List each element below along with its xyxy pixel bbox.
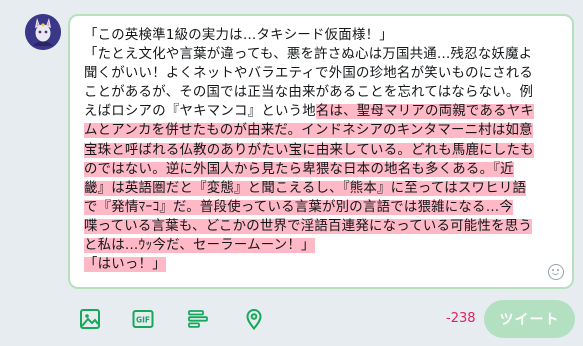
tweet-text-highlight: と私は…ｳｯ今だ、セーラームーン！」	[84, 238, 315, 254]
gif-label: GIF	[136, 316, 150, 325]
tweet-text-line: ことがあるが、その国では正当な由来があることを忘れてはならない。例	[84, 83, 560, 102]
tweet-button[interactable]: ツイート	[484, 300, 575, 338]
tweet-text-line: 「たとえ文化や言葉が違っても、悪を許さぬ心は万国共通…残忍な妖魔よ	[84, 45, 560, 64]
tweet-text-highlight: ムとアンカを併せたものが由来だ。インドネシアのキンタマーニ村は如意	[84, 123, 533, 139]
tweet-text-plain: ことがあるが、その国では正当な由来があることを忘れてはならない。例	[84, 85, 534, 101]
tweet-text-highlight: 「はいっ！」	[84, 257, 166, 273]
tweet-text-line: で『発情ﾏｰｺ』だ。普段使っている言葉が別の言語では猥雑になる…今	[84, 198, 560, 217]
add-image-button[interactable]	[78, 307, 102, 331]
character-counter: -238	[446, 311, 476, 326]
image-icon	[80, 309, 100, 329]
tweet-text-plain: 「この英検準1級の実力は…タキシード仮面様！」	[84, 28, 393, 43]
tweet-text-plain: えばロシアの『ヤキマンコ』という地	[84, 104, 316, 120]
tweet-text-highlight: 畿』は英語圏だと『変態』と聞こえるし、『熊本』に至ってはスワヒリ語	[84, 180, 527, 196]
gif-icon: GIF	[132, 310, 154, 328]
tweet-composer[interactable]: 「この英検準1級の実力は…タキシード仮面様！」「たとえ文化や言葉が違っても、悪を…	[68, 14, 574, 289]
tweet-text-line: えばロシアの『ヤキマンコ』という地名は、聖母マリアの両親であるヤキ	[84, 102, 560, 121]
location-icon	[246, 309, 262, 331]
tweet-text-line: のではない。逆に外国人から見たら卑猥な日本の地名も多くある。『近	[84, 160, 560, 179]
tweet-text-highlight: 名は、聖母マリアの両親であるヤキ	[315, 104, 535, 120]
tweet-text-line: ムとアンカを併せたものが由来だ。インドネシアのキンタマーニ村は如意	[84, 121, 560, 140]
emoji-icon[interactable]	[548, 264, 564, 280]
tweet-text-plain: 聞くがいい！よくネットやバラエティで外国の珍地名が笑いものにされる	[84, 66, 534, 82]
add-poll-button[interactable]	[186, 307, 210, 331]
avatar[interactable]	[25, 14, 61, 50]
tweet-text-line: 喋っている言葉も、どこかの世界で淫語百連発になっている可能性を思う	[84, 217, 560, 236]
tweet-text-line: 畿』は英語圏だと『変態』と聞こえるし、『熊本』に至ってはスワヒリ語	[84, 179, 560, 198]
add-gif-button[interactable]: GIF	[131, 307, 155, 331]
tweet-text-line: 宝珠と呼ばれる仏教のありがたい宝に由来している。どれも馬鹿にしたも	[84, 141, 560, 160]
poll-icon	[188, 310, 208, 328]
tweet-text-line: 「はいっ！」	[84, 255, 560, 274]
tweet-text-line: 聞くがいい！よくネットやバラエティで外国の珍地名が笑いものにされる	[84, 64, 560, 83]
tweet-text-plain: 「たとえ文化や言葉が違っても、悪を許さぬ心は万国共通…残忍な妖魔よ	[84, 47, 533, 63]
tweet-text-highlight: のではない。逆に外国人から見たら卑猥な日本の地名も多くある。『近	[84, 161, 514, 177]
tweet-text-line: 「この英検準1級の実力は…タキシード仮面様！」	[84, 26, 560, 45]
tweet-text-highlight: で『発情ﾏｰｺ』だ。普段使っている言葉が別の言語では猥雑になる…今	[84, 199, 513, 215]
add-location-button[interactable]	[242, 307, 266, 331]
avatar-character-icon	[25, 14, 61, 50]
tweet-text-highlight: 喋っている言葉も、どこかの世界で淫語百連発になっている可能性を思う	[84, 218, 532, 234]
tweet-text-area[interactable]: 「この英検準1級の実力は…タキシード仮面様！」「たとえ文化や言葉が違っても、悪を…	[84, 26, 560, 274]
tweet-text-highlight: 宝珠と呼ばれる仏教のありがたい宝に由来している。どれも馬鹿にしたも	[84, 142, 534, 158]
tweet-text-line: と私は…ｳｯ今だ、セーラームーン！」	[84, 236, 560, 255]
